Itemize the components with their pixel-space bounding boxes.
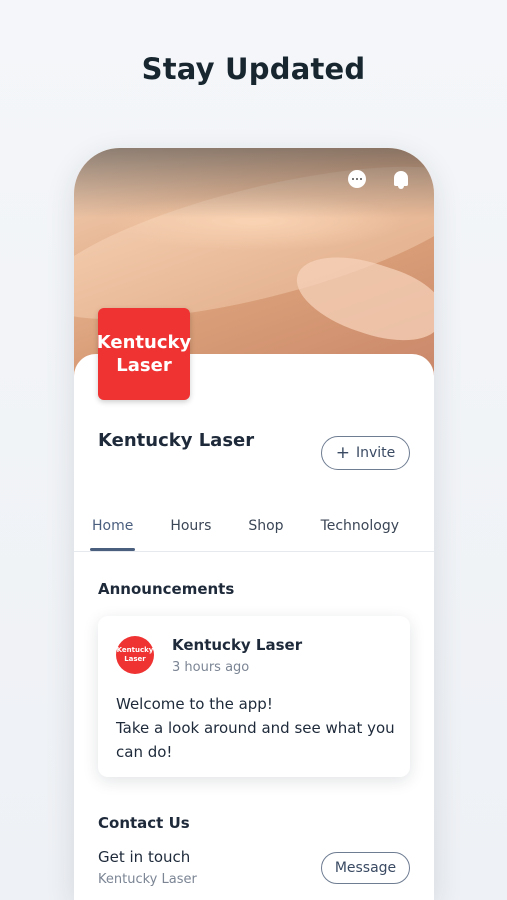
business-logo: Kentucky Laser xyxy=(96,308,192,400)
chat-icon[interactable] xyxy=(348,170,366,188)
avatar-line-1: Kentucky xyxy=(116,646,154,654)
tab-hours[interactable]: Hours xyxy=(170,504,211,551)
post-message: Welcome to the app! Take a look around a… xyxy=(116,692,400,764)
announcement-card[interactable]: Kentucky Laser Kentucky Laser 3 hours ag… xyxy=(98,616,410,777)
business-name: Kentucky Laser xyxy=(98,430,255,451)
message-button[interactable]: Message xyxy=(321,852,410,884)
avatar-line-2: Laser xyxy=(124,655,146,663)
contact-sub: Kentucky Laser xyxy=(98,872,197,887)
header-icons xyxy=(348,170,410,190)
invite-label: Invite xyxy=(355,445,396,461)
post-time: 3 hours ago xyxy=(172,660,250,675)
tab-technology[interactable]: Technology xyxy=(321,504,399,551)
contact-label: Get in touch xyxy=(98,848,191,866)
post-author: Kentucky Laser xyxy=(172,636,303,654)
tab-home[interactable]: Home xyxy=(89,504,136,551)
post-line-1: Welcome to the app! xyxy=(116,695,273,713)
logo-line-2: Laser xyxy=(116,355,172,376)
bell-icon[interactable] xyxy=(392,170,410,190)
post-line-2: Take a look around and see what you can … xyxy=(116,719,395,761)
logo-line-1: Kentucky xyxy=(96,332,192,353)
tab-bar: Home Hours Shop Technology xyxy=(74,504,434,552)
plus-icon: + xyxy=(335,442,350,463)
contact-title: Contact Us xyxy=(98,814,190,832)
page-headline: Stay Updated xyxy=(141,52,366,86)
invite-button[interactable]: + Invite xyxy=(321,436,410,470)
phone-frame: Kentucky Laser Kentucky Laser + Invite H… xyxy=(74,148,434,900)
announcements-title: Announcements xyxy=(98,580,235,598)
avatar: Kentucky Laser xyxy=(116,636,154,674)
tab-shop[interactable]: Shop xyxy=(248,504,283,551)
